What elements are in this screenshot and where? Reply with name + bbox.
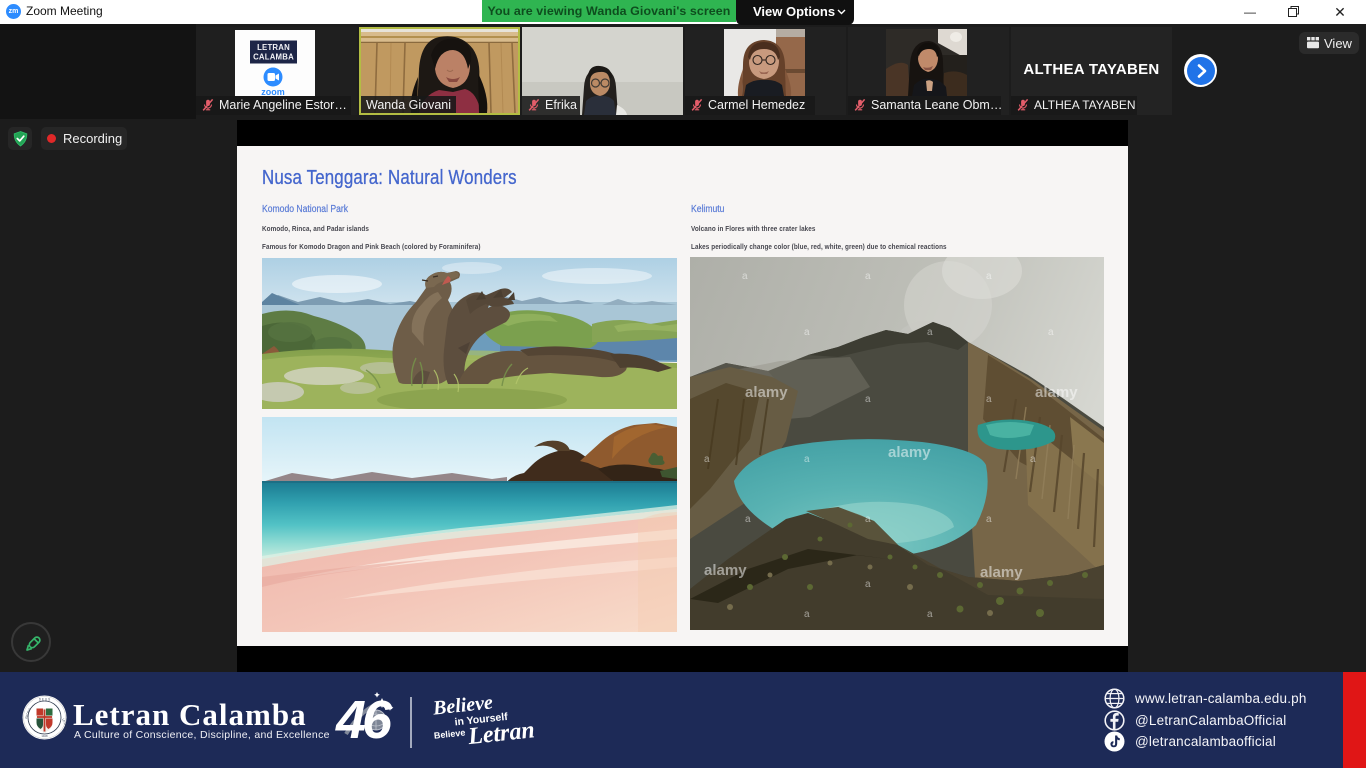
svg-text:a: a [1048,327,1054,338]
svg-text:a: a [804,327,810,338]
svg-text:1928: 1928 [41,734,48,738]
svg-text:a: a [986,514,992,525]
svg-text:a: a [865,514,871,525]
svg-text:alamy: alamy [888,444,931,461]
svg-text:a: a [865,579,871,590]
svg-text:alamy: alamy [745,384,788,401]
svg-text:a: a [745,514,751,525]
svg-text:D E U S: D E U S [39,698,51,702]
svg-text:a: a [704,454,710,465]
svg-text:a: a [986,271,992,282]
svg-text:a: a [927,327,933,338]
svg-text:alamy: alamy [1035,384,1078,401]
svg-text:CALAMBA: CALAMBA [253,53,294,62]
svg-text:LETRAN: LETRAN [257,43,290,52]
svg-text:alamy: alamy [704,562,747,579]
svg-text:alamy: alamy [980,564,1023,581]
svg-text:a: a [742,271,748,282]
svg-text:a: a [865,271,871,282]
svg-text:a: a [804,454,810,465]
svg-text:a: a [927,609,933,620]
svg-text:a: a [986,394,992,405]
svg-text:a: a [804,609,810,620]
svg-text:a: a [1030,454,1036,465]
svg-text:a: a [865,394,871,405]
